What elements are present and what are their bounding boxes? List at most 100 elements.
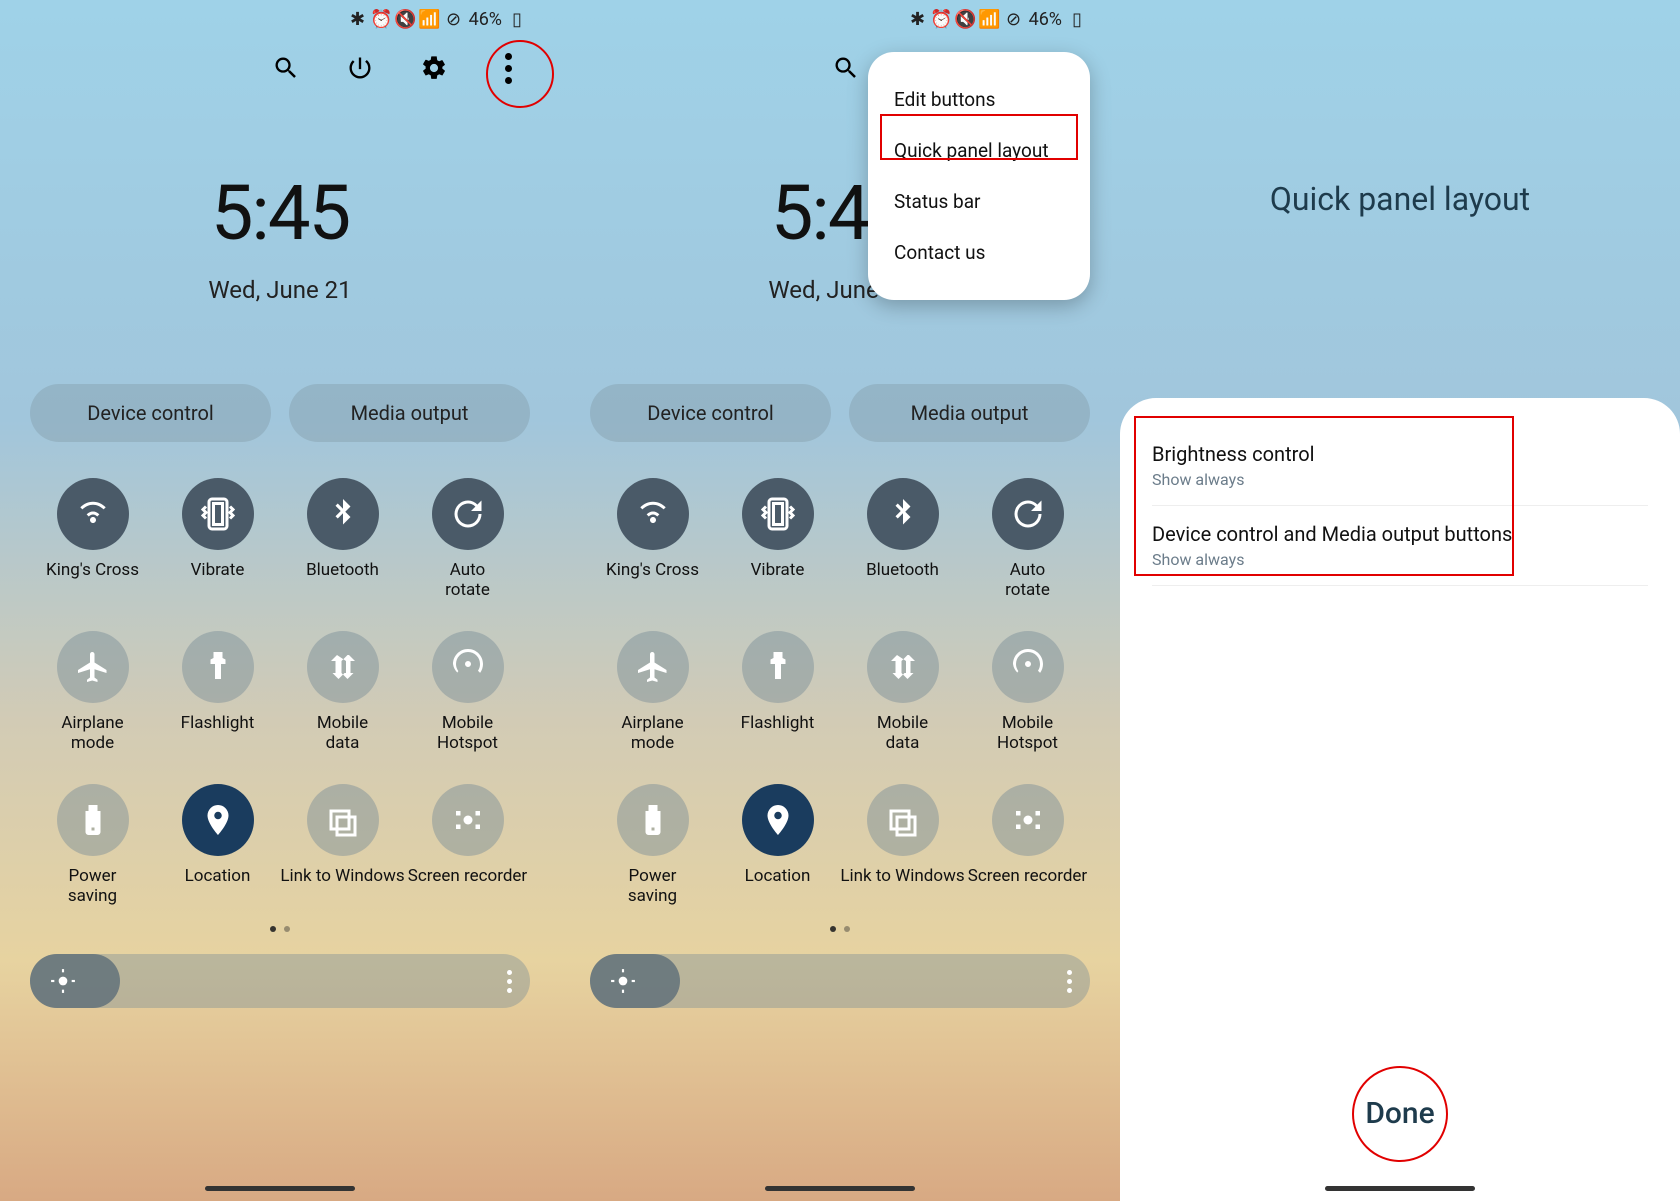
qs-tile-location[interactable]: Location [715, 784, 840, 907]
rotate-icon [432, 478, 504, 550]
link-icon [867, 784, 939, 856]
qs-tile-label: Autorotate [445, 560, 490, 601]
brightness-icon [50, 968, 76, 994]
brightness-slider[interactable] [590, 954, 1090, 1008]
qs-tile-label: Location [745, 866, 811, 906]
qs-tile-label: King's Cross [606, 560, 699, 600]
settings-button[interactable] [416, 50, 452, 86]
link-icon [307, 784, 379, 856]
qs-tile-bluetooth[interactable]: Bluetooth [280, 478, 405, 601]
device-control-chip[interactable]: Device control [590, 384, 831, 442]
qs-tile-label: Vibrate [191, 560, 245, 600]
brightness-menu-button[interactable] [1067, 970, 1072, 993]
overflow-menu: Edit buttons Quick panel layout Status b… [868, 52, 1090, 300]
wifi-icon [617, 478, 689, 550]
media-output-chip[interactable]: Media output [849, 384, 1090, 442]
recorder-icon [992, 784, 1064, 856]
qs-tile-label: Screen recorder [408, 866, 527, 906]
phone-screen-2: ✱ ⏰ 🔇 📶 ⊘ 46% ▯ Edit buttons Quick panel… [560, 0, 1120, 1201]
qs-tile-powersave[interactable]: Powersaving [30, 784, 155, 907]
airplane-icon [617, 631, 689, 703]
qs-tile-mobiledata[interactable]: Mobiledata [280, 631, 405, 754]
airplane-icon [57, 631, 129, 703]
qs-tile-bluetooth[interactable]: Bluetooth [840, 478, 965, 601]
annotation-highlight-circle [1352, 1066, 1448, 1162]
flashlight-icon [182, 631, 254, 703]
mobiledata-icon [307, 631, 379, 703]
annotation-highlight-rect [880, 114, 1078, 160]
location-icon [742, 784, 814, 856]
search-button[interactable] [268, 50, 304, 86]
home-indicator[interactable] [765, 1186, 915, 1191]
qs-tile-rotate[interactable]: Autorotate [965, 478, 1090, 601]
qs-tile-recorder[interactable]: Screen recorder [405, 784, 530, 907]
qs-tile-label: King's Cross [46, 560, 139, 600]
qs-tile-wifi[interactable]: King's Cross [30, 478, 155, 601]
qs-tile-vibrate[interactable]: Vibrate [155, 478, 280, 601]
bluetooth-icon: ✱ [349, 10, 367, 28]
bluetooth-icon [867, 478, 939, 550]
qs-tile-wifi[interactable]: King's Cross [590, 478, 715, 601]
mobiledata-icon [867, 631, 939, 703]
flashlight-icon [742, 631, 814, 703]
home-indicator[interactable] [205, 1186, 355, 1191]
qs-tile-vibrate[interactable]: Vibrate [715, 478, 840, 601]
qs-tile-label: Location [185, 866, 251, 906]
qs-tile-powersave[interactable]: Powersaving [590, 784, 715, 907]
qs-tile-flashlight[interactable]: Flashlight [155, 631, 280, 754]
quick-panel-toolbar [30, 38, 530, 98]
qs-tile-label: Bluetooth [306, 560, 379, 600]
qs-tile-flashlight[interactable]: Flashlight [715, 631, 840, 754]
mute-icon: 🔇 [957, 10, 975, 28]
qs-tile-label: Screen recorder [968, 866, 1087, 906]
qs-tile-label: Link to Windows [280, 866, 404, 906]
qs-tile-airplane[interactable]: Airplanemode [590, 631, 715, 754]
media-output-chip[interactable]: Media output [289, 384, 530, 442]
qs-tile-label: MobileHotspot [997, 713, 1058, 754]
dnd-icon: ⊘ [445, 10, 463, 28]
vibrate-icon [742, 478, 814, 550]
bluetooth-icon [307, 478, 379, 550]
qs-tile-label: Powersaving [68, 866, 117, 907]
annotation-highlight-circle [486, 40, 554, 108]
menu-item-status-bar[interactable]: Status bar [868, 176, 1090, 227]
mute-icon: 🔇 [397, 10, 415, 28]
qs-tile-label: Bluetooth [866, 560, 939, 600]
vibrate-icon [182, 478, 254, 550]
qs-tile-location[interactable]: Location [155, 784, 280, 907]
qs-tile-label: Powersaving [628, 866, 677, 907]
page-indicator [30, 926, 530, 932]
home-indicator[interactable] [1325, 1186, 1475, 1191]
qs-tile-label: Mobiledata [317, 713, 368, 754]
qs-tile-link[interactable]: Link to Windows [280, 784, 405, 907]
phone-screen-3: Quick panel layout Brightness control Sh… [1120, 0, 1680, 1201]
annotation-highlight-rect [1134, 416, 1514, 576]
qs-tile-hotspot[interactable]: MobileHotspot [405, 631, 530, 754]
hotspot-icon [432, 631, 504, 703]
device-control-chip[interactable]: Device control [30, 384, 271, 442]
alarm-icon: ⏰ [933, 10, 951, 28]
qs-tile-recorder[interactable]: Screen recorder [965, 784, 1090, 907]
qs-tile-label: Autorotate [1005, 560, 1050, 601]
brightness-slider[interactable] [30, 954, 530, 1008]
battery-icon: ▯ [508, 10, 526, 28]
search-button[interactable] [828, 50, 864, 86]
powersave-icon [57, 784, 129, 856]
battery-icon: ▯ [1068, 10, 1086, 28]
bluetooth-icon: ✱ [909, 10, 927, 28]
recorder-icon [432, 784, 504, 856]
menu-item-contact-us[interactable]: Contact us [868, 227, 1090, 278]
qs-tile-hotspot[interactable]: MobileHotspot [965, 631, 1090, 754]
rotate-icon [992, 478, 1064, 550]
clock-widget: 5:45 Wed, June 21 [30, 168, 530, 304]
qs-tile-rotate[interactable]: Autorotate [405, 478, 530, 601]
brightness-menu-button[interactable] [507, 970, 512, 993]
power-button[interactable] [342, 50, 378, 86]
qs-tile-airplane[interactable]: Airplanemode [30, 631, 155, 754]
phone-screen-1: ✱ ⏰ 🔇 📶 ⊘ 46% ▯ 5:45 Wed, June 21 Device… [0, 0, 560, 1201]
wifi-status-icon: 📶 [981, 10, 999, 28]
qs-tile-label: Flashlight [741, 713, 815, 753]
qs-tile-link[interactable]: Link to Windows [840, 784, 965, 907]
status-bar: ✱ ⏰ 🔇 📶 ⊘ 46% ▯ [30, 0, 530, 38]
qs-tile-mobiledata[interactable]: Mobiledata [840, 631, 965, 754]
